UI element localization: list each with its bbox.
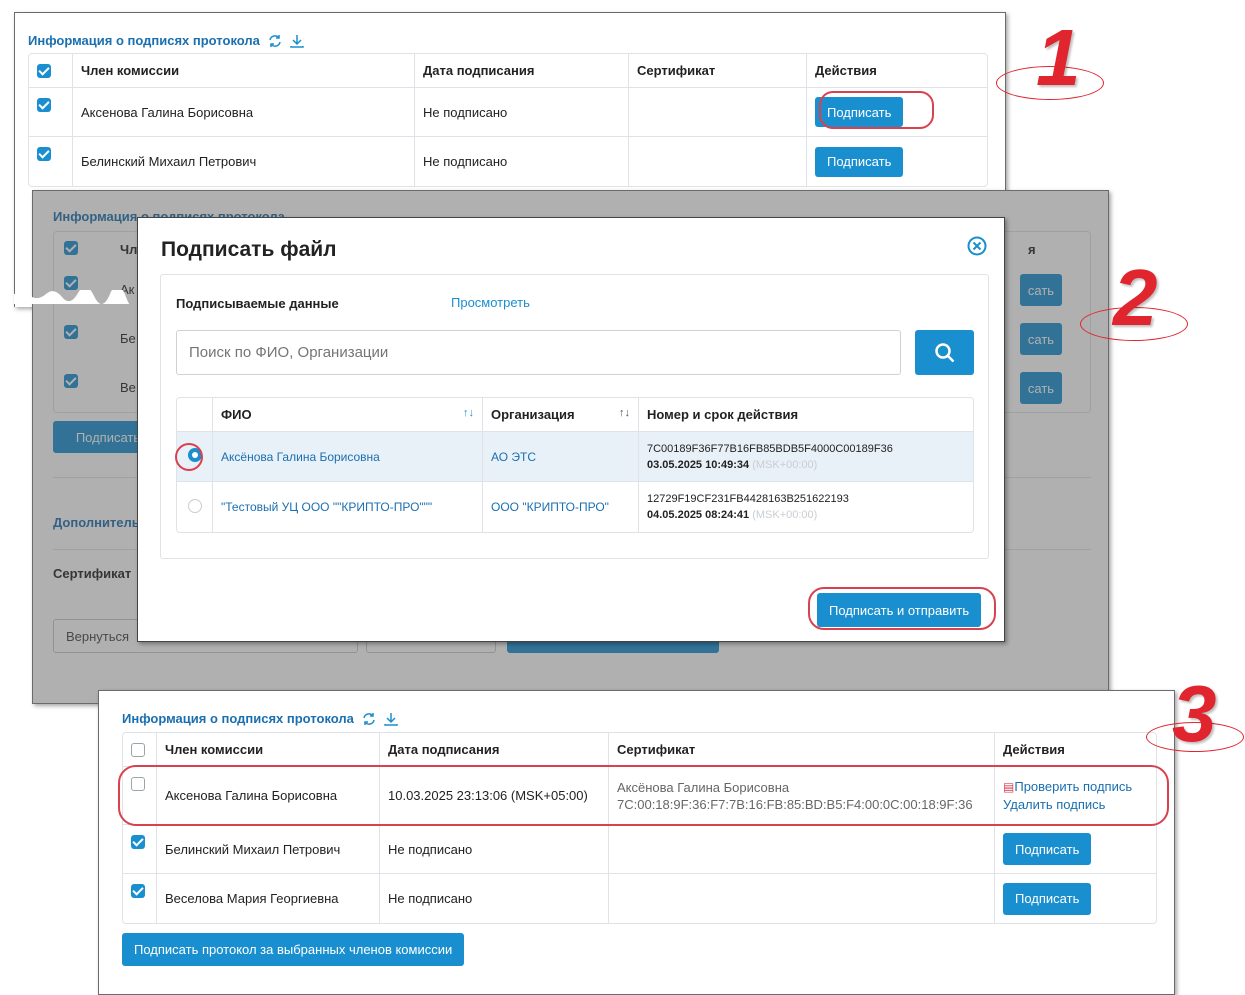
cert-number: 7C00189F36F77B16FB85BDB5F4000C00189F36 — [647, 442, 893, 455]
table-row: Веселова Мария Георгиевна Не подписано П… — [123, 874, 1156, 923]
table-row: Белинский Михаил Петрович Не подписано П… — [29, 137, 987, 186]
sign-and-send-button[interactable]: Подписать и отправить — [817, 593, 982, 627]
certificate-cell — [609, 874, 995, 923]
refresh-icon[interactable] — [268, 34, 282, 48]
member-name: Веселова Мария Георгиевна — [157, 874, 380, 923]
select-all-checkbox[interactable] — [131, 743, 145, 758]
valid-until: 04.05.2025 08:24:41 — [647, 509, 750, 521]
panel-step3: Информация о подписях протокола Член ком… — [98, 690, 1175, 995]
table-header-row: Член комиссии Дата подписания Сертификат… — [123, 733, 1156, 767]
member-name: Аксенова Галина Борисовна — [157, 767, 380, 825]
sign-button[interactable]: Подписать — [1003, 882, 1092, 915]
org-cell: АО ЭТС — [483, 432, 639, 482]
member-name: Белинский Михаил Петрович — [157, 825, 380, 874]
sign-button[interactable]: Подписать — [815, 97, 904, 127]
search-input[interactable] — [176, 330, 901, 375]
table-row[interactable]: Аксёнова Галина Борисовна АО ЭТС 7C00189… — [177, 432, 973, 482]
row-checkbox[interactable] — [131, 834, 145, 849]
search-button[interactable] — [915, 330, 974, 375]
sign-date: Не подписано — [380, 874, 609, 923]
table-row: Аксенова Галина Борисовна 10.03.2025 23:… — [123, 767, 1156, 825]
certificate-cell — [629, 88, 807, 137]
section-title-text: Информация о подписях протокола — [28, 33, 260, 48]
fio-cell: "Тестовый УЦ ООО ""КРИПТО-ПРО""" — [213, 482, 483, 532]
row-checkbox[interactable] — [37, 146, 51, 161]
bulk-sign-button[interactable]: Подписать протокол за выбранных членов к… — [122, 933, 465, 966]
sort-icon[interactable]: ↑↓ — [463, 407, 474, 419]
timezone: (MSK+00:00) — [752, 458, 818, 471]
refresh-icon[interactable] — [362, 712, 376, 726]
radio-unselected[interactable] — [187, 498, 202, 513]
sign-date: Не подписано — [380, 825, 609, 874]
signatures-section-title: Информация о подписях протокола — [122, 711, 398, 726]
search-icon — [934, 342, 954, 362]
member-name: Белинский Михаил Петрович — [73, 137, 415, 186]
download-icon[interactable] — [384, 712, 398, 726]
col-sign-date: Дата подписания — [415, 54, 629, 88]
row-checkbox[interactable] — [37, 97, 51, 112]
certificates-table: ФИО ↑↓ Организация ↑↓ Номер и срок дейст… — [176, 397, 974, 533]
certificate-cell — [609, 825, 995, 874]
cert-number: 12729F19CF231FB4428163B251622193 — [647, 493, 849, 505]
col-actions: Действия — [807, 54, 987, 88]
select-all-checkbox[interactable] — [37, 64, 51, 79]
fio-cell: Аксёнова Галина Борисовна — [213, 432, 483, 482]
dialog-title: Подписать файл — [161, 238, 337, 261]
table-header-row: Член комиссии Дата подписания Сертификат… — [29, 54, 987, 88]
view-link[interactable]: Просмотреть — [451, 295, 530, 310]
org-cell: ООО "КРИПТО-ПРО" — [483, 482, 639, 532]
col-organization: Организация — [491, 407, 575, 422]
cert-serial: 7C:00:18:9F:36:F7:7B:16:FB:85:BD:B5:F4:0… — [617, 796, 973, 812]
signed-data-label: Подписываемые данные — [176, 296, 339, 311]
table-header-row: ФИО ↑↓ Организация ↑↓ Номер и срок дейст… — [177, 398, 973, 432]
signatures-section-title: Информация о подписях протокола — [28, 33, 304, 48]
col-member: Член комиссии — [157, 733, 380, 767]
pdf-icon: ▤ — [1003, 779, 1015, 794]
cert-owner: Аксёнова Галина Борисовна — [617, 779, 790, 795]
sort-icon[interactable]: ↑↓ — [619, 407, 630, 419]
sign-date: 10.03.2025 23:13:06 (MSK+05:00) — [380, 767, 609, 825]
col-cert-number: Номер и срок действия — [647, 407, 799, 422]
delete-signature-link[interactable]: Удалить подпись — [1003, 796, 1148, 814]
sign-date: Не подписано — [415, 88, 629, 137]
step-number-3: 3 — [1172, 669, 1217, 758]
sign-button[interactable]: Подписать — [815, 146, 904, 177]
section-title-text: Информация о подписях протокола — [122, 711, 354, 726]
timezone: (MSK+00:00) — [752, 509, 818, 521]
member-name: Аксенова Галина Борисовна — [73, 88, 415, 137]
col-fio: ФИО — [221, 407, 252, 422]
col-member: Член комиссии — [73, 54, 415, 88]
col-actions: Действия — [995, 733, 1156, 767]
table-row[interactable]: "Тестовый УЦ ООО ""КРИПТО-ПРО""" ООО "КР… — [177, 482, 973, 532]
sign-date: Не подписано — [415, 137, 629, 186]
verify-signature-link[interactable]: ▤Проверить подпись — [1003, 778, 1148, 796]
dialog-body: Подписываемые данные Просмотреть ФИО ↑↓ … — [160, 274, 989, 559]
col-sign-date: Дата подписания — [380, 733, 609, 767]
signatures-table: Член комиссии Дата подписания Сертификат… — [122, 732, 1157, 924]
table-row: Аксенова Галина Борисовна Не подписано П… — [29, 88, 987, 137]
signatures-table: Член комиссии Дата подписания Сертификат… — [28, 53, 988, 187]
table-row: Белинский Михаил Петрович Не подписано П… — [123, 825, 1156, 874]
row-checkbox[interactable] — [131, 883, 145, 898]
step-number-1: 1 — [1036, 13, 1081, 102]
download-icon[interactable] — [290, 34, 304, 48]
close-icon[interactable] — [967, 236, 987, 261]
sign-button[interactable]: Подписать — [1003, 833, 1092, 865]
row-checkbox[interactable] — [131, 776, 145, 791]
valid-until: 03.05.2025 10:49:34 — [647, 458, 750, 471]
step-number-2: 2 — [1113, 253, 1158, 342]
certificate-cell — [629, 137, 807, 186]
sign-file-dialog: Подписать файл Подписываемые данные Прос… — [137, 217, 1005, 642]
col-certificate: Сертификат — [609, 733, 995, 767]
col-certificate: Сертификат — [629, 54, 807, 88]
radio-selected[interactable] — [187, 448, 202, 462]
